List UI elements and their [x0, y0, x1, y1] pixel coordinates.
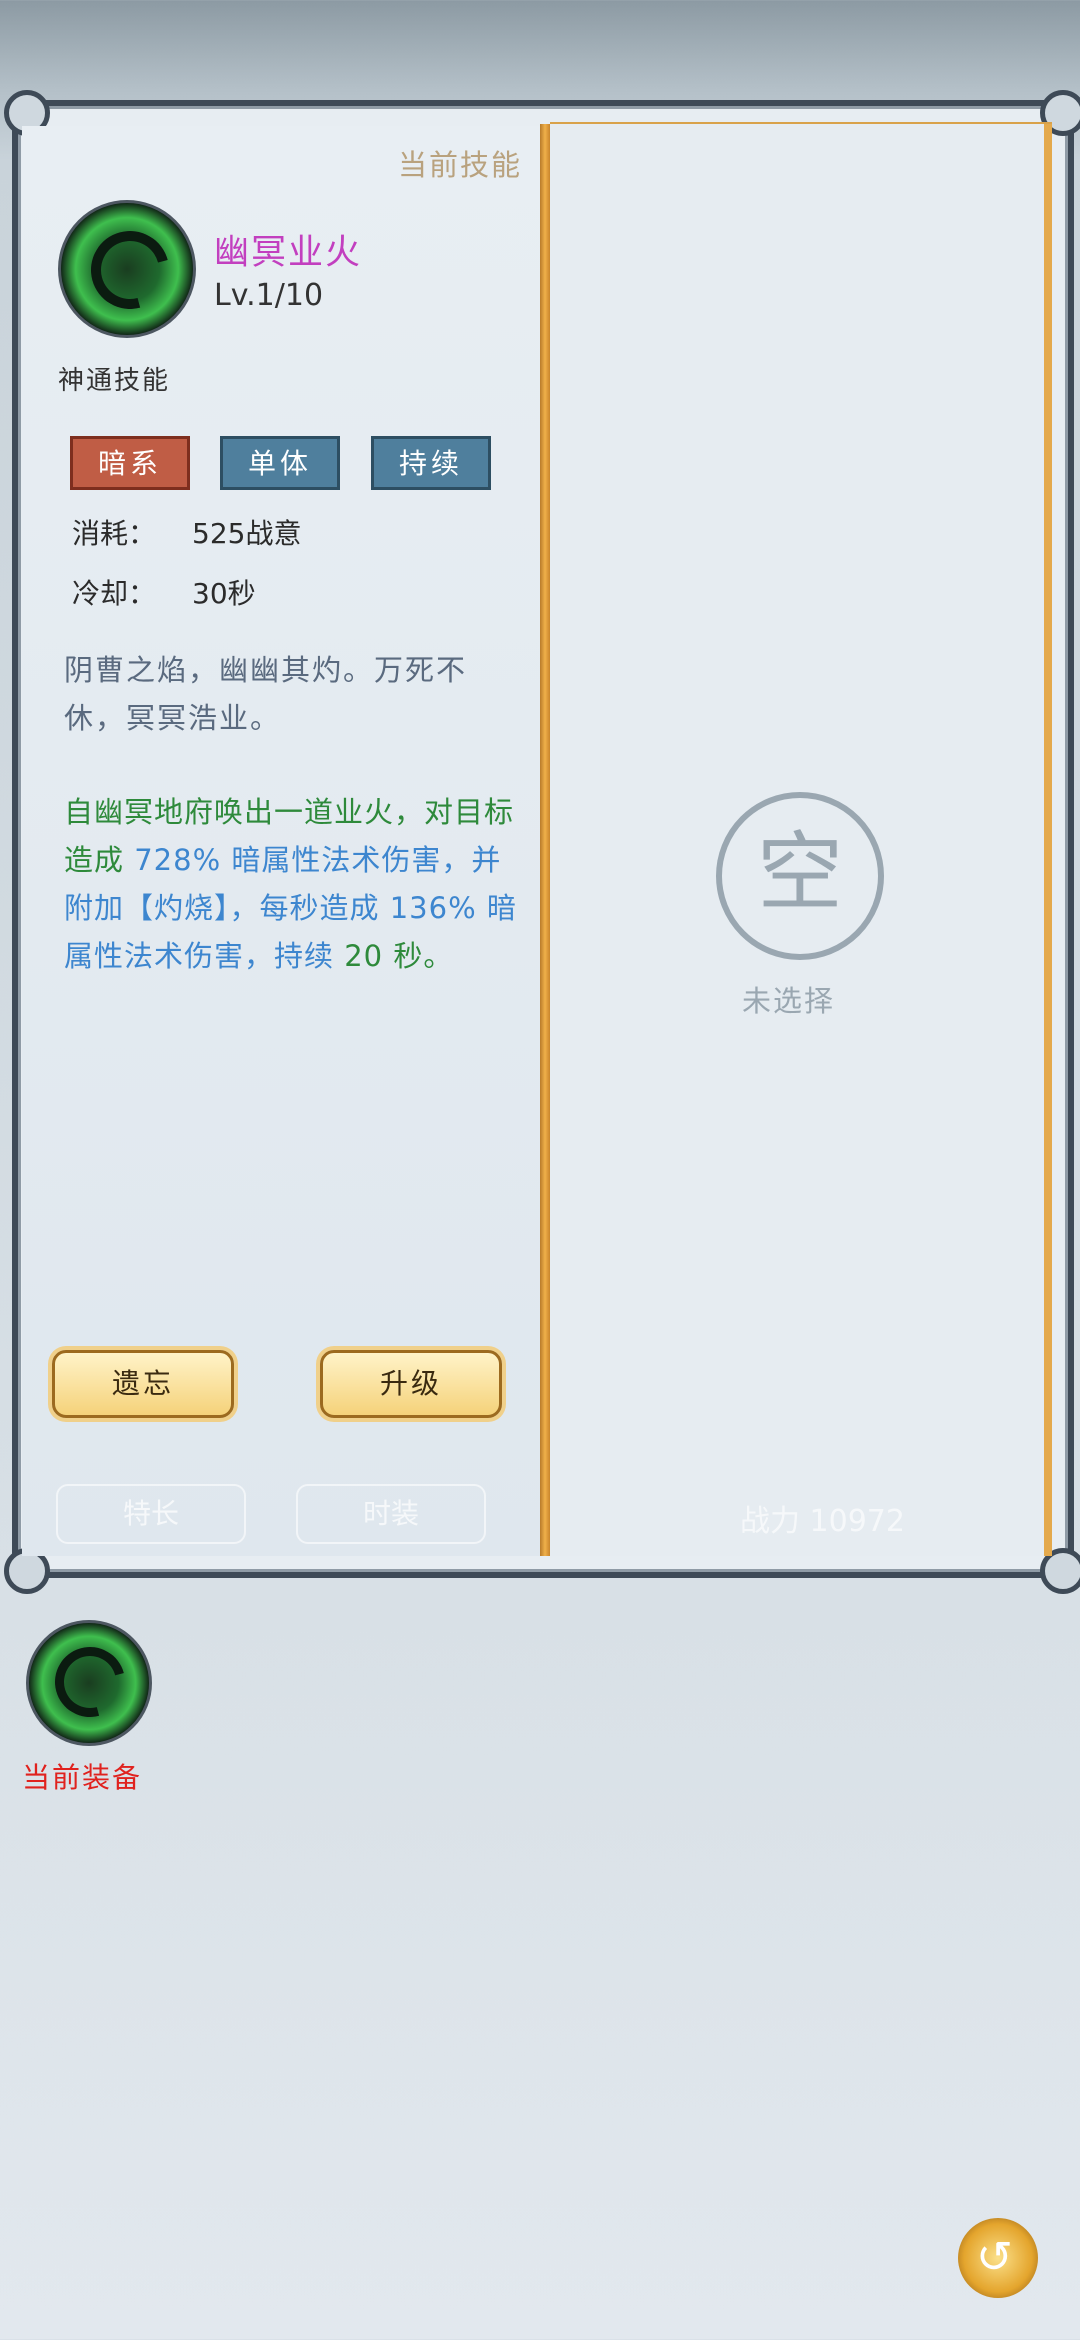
desc-duration: 20: [344, 939, 384, 973]
flame-swirl-icon: [76, 216, 184, 324]
background-tab-specialty: 特长: [56, 1484, 246, 1544]
desc-damage-percent: 728%: [134, 843, 222, 877]
skill-level: Lv.1/10: [214, 278, 324, 313]
current-equip-icon[interactable]: [26, 1620, 152, 1746]
background-tab-fashion: 时装: [296, 1484, 486, 1544]
skill-description: 自幽冥地府唤出一道业火，对目标造成 728% 暗属性法术伤害，并附加【灼烧】，每…: [64, 788, 524, 980]
desc-burn-percent: 136%: [389, 891, 477, 925]
skill-name: 幽冥业火: [214, 233, 363, 273]
cooldown-value: 30秒: [192, 577, 256, 610]
return-arrow-icon: ↺: [976, 2232, 1013, 2283]
tag-duration: 持续: [371, 436, 491, 490]
cooldown-row: 冷却： 30秒: [72, 572, 256, 612]
consume-row: 消耗： 525战意: [72, 512, 301, 552]
back-button[interactable]: ↺: [958, 2218, 1038, 2298]
upgrade-button[interactable]: 升级: [320, 1350, 502, 1418]
tag-element: 暗系: [70, 436, 190, 490]
skill-lore: 阴曹之焰，幽幽其灼。万死不休，冥冥浩业。: [64, 653, 468, 735]
flame-swirl-icon: [42, 1634, 138, 1730]
tag-target: 单体: [220, 436, 340, 490]
current-equip-label: 当前装备: [22, 1761, 143, 1794]
empty-slot-label: 未选择: [742, 984, 836, 1018]
desc-text-4: 秒。: [393, 939, 454, 973]
skill-type: 神通技能: [58, 366, 171, 396]
panel-divider: [540, 124, 550, 1556]
empty-slot-icon: 空: [716, 792, 884, 960]
consume-label: 消耗：: [72, 517, 157, 550]
background-power: 战力 10972: [740, 1504, 905, 1539]
cooldown-label: 冷却：: [72, 577, 157, 610]
forget-button[interactable]: 遗忘: [52, 1350, 234, 1418]
skill-icon: [58, 200, 196, 338]
consume-value: 525战意: [192, 517, 302, 550]
current-skill-title: 当前技能: [398, 148, 523, 182]
